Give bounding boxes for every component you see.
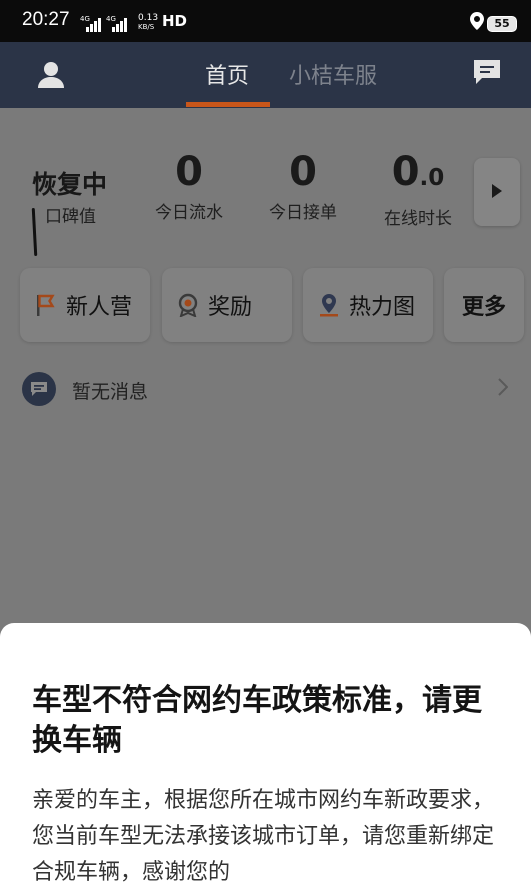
reward-label: 奖励 [208,295,253,320]
message-text: 暂无消息 [72,381,149,403]
driver-status: 恢复中 [32,170,108,199]
network-speed: 0.13 KB/S [138,14,160,32]
play-arrow-icon [492,184,502,198]
notice-body: 亲爱的车主，根据您所在城市网约车新政要求，您当前车型无法承接该城市订单，请您重新… [32,788,495,885]
location-icon [470,12,484,30]
top-nav-bar: 首页 小桔车服 [0,42,531,108]
heatmap-label: 热力图 [349,295,416,320]
online-time-label: 在线时长 [384,209,452,229]
more-button[interactable]: 更多 [444,268,524,342]
stat-today-flow[interactable]: 0 今日流水 [150,148,228,223]
network-speed-value: 0.13 [138,13,159,23]
network-label-2: 4G [106,15,116,23]
heatmap-button[interactable]: 热力图 [303,268,433,342]
tab-car-service[interactable]: 小桔车服 [289,58,377,90]
reward-button[interactable]: 奖励 [162,268,292,342]
reputation-label: 口碑值 [45,207,96,227]
today-flow-value: 0 [175,149,203,195]
status-time: 20:27 [22,9,70,30]
today-flow-label: 今日流水 [155,203,223,223]
message-row[interactable]: 暂无消息 [0,366,531,416]
stat-today-orders[interactable]: 0 今日接单 [264,148,342,223]
chat-bubble-icon [22,372,56,406]
today-orders-value: 0 [289,149,317,195]
map-pin-icon [317,293,341,317]
tab-home[interactable]: 首页 [205,58,249,90]
chevron-right-icon [498,378,509,400]
stat-online-time[interactable]: 0.0 在线时长 [378,148,458,229]
hd-indicator: HD [162,12,188,30]
text-cursor [31,207,38,257]
network-speed-unit: KB/S [138,23,155,31]
newbie-camp-label: 新人营 [66,295,133,320]
dimmed-home-content: 恢复中 口碑值 0 今日流水 0 今日接单 0.0 在线时长 新人营 奖励 热力… [0,108,531,628]
network-label-1: 4G [80,15,90,23]
status-bar: 20:27 4G 4G 0.13 KB/S HD 55 [0,0,531,42]
user-avatar-icon[interactable] [36,60,66,90]
active-tab-indicator [186,102,270,107]
stats-more-button[interactable] [474,158,520,226]
more-label: 更多 [461,295,506,320]
message-icon[interactable] [472,58,502,86]
online-time-value: 0.0 [378,148,458,202]
online-time-decimal: .0 [419,165,445,191]
signal-icon: 4G 4G [80,15,132,33]
medal-icon [176,293,200,318]
today-orders-label: 今日接单 [269,203,337,223]
battery-icon: 55 [487,16,517,32]
notice-title: 车型不符合网约车政策标准，请更换车辆 [32,683,482,758]
flag-icon [34,293,58,317]
newbie-camp-button[interactable]: 新人营 [20,268,150,342]
online-time-int: 0 [391,149,420,195]
policy-notice-sheet: 车型不符合网约车政策标准，请更换车辆 亲爱的车主，根据您所在城市网约车新政要求，… [0,623,531,891]
